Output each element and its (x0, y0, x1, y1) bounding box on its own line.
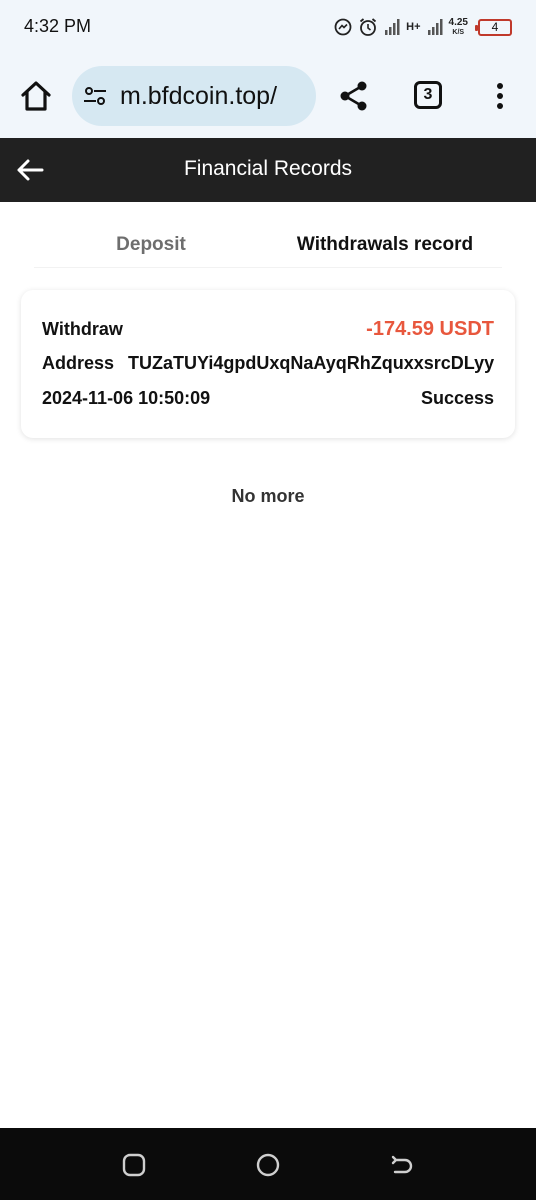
records-tabs: Deposit Withdrawals record (34, 222, 502, 268)
home-icon[interactable] (18, 78, 54, 114)
record-type-row: Withdraw -174.59 USDT (42, 318, 494, 341)
address-label: Address (42, 353, 115, 373)
recent-apps-icon[interactable] (121, 1152, 147, 1178)
share-icon[interactable] (338, 80, 370, 112)
status-bar: 4:32 PM H+ 4.25 K/S 4 (0, 0, 536, 54)
tab-switcher-button[interactable]: 3 (414, 81, 442, 109)
alarm-icon (360, 18, 377, 36)
tab-count: 3 (423, 86, 433, 103)
back-nav-icon[interactable] (389, 1152, 415, 1178)
network-type: H+ (406, 20, 421, 33)
status-icons: H+ 4.25 K/S 4 (334, 14, 512, 40)
signal-icon-2 (427, 19, 443, 35)
record-address-row: Address TUZaTUYi4gpdUxqNaAyqRhZquxxsrcDL… (42, 353, 494, 374)
speed-unit: K/S (452, 28, 465, 36)
app-header: Financial Records (0, 138, 536, 202)
signal-icon (385, 19, 400, 35)
battery-icon: 4 (475, 18, 512, 36)
record-card[interactable]: Withdraw -174.59 USDT Address TUZaTUYi4g… (21, 290, 515, 438)
record-amount: -174.59 USDT (366, 318, 494, 340)
record-status: Success (420, 388, 494, 408)
url-bar[interactable]: m.bfdcoin.top/ (72, 66, 316, 126)
record-datetime-row: 2024-11-06 10:50:09 Success (42, 388, 494, 409)
home-nav-icon[interactable] (255, 1152, 281, 1178)
battery-level: 4 (491, 20, 499, 34)
tab-withdrawals-record[interactable]: Withdrawals record (268, 222, 502, 267)
page-title: Financial Records (183, 157, 353, 180)
speed-value: 4.25 (448, 16, 468, 28)
messenger-icon (334, 18, 352, 36)
record-type: Withdraw (42, 319, 123, 339)
record-datetime: 2024-11-06 10:50:09 (42, 388, 211, 408)
status-time: 4:32 PM (24, 16, 92, 36)
list-end-text: No more (231, 486, 305, 506)
site-settings-icon[interactable] (82, 83, 108, 109)
tab-deposit[interactable]: Deposit (34, 222, 268, 267)
more-options-icon[interactable] (488, 80, 512, 112)
network-speed: 4.25 K/S (448, 16, 468, 37)
address-value: TUZaTUYi4gpdUxqNaAyqRhZquxxsrcDLyy (128, 353, 495, 373)
url-text[interactable]: m.bfdcoin.top/ (120, 82, 277, 111)
browser-toolbar: m.bfdcoin.top/ 3 (0, 54, 536, 138)
system-nav-bar (0, 1128, 536, 1200)
